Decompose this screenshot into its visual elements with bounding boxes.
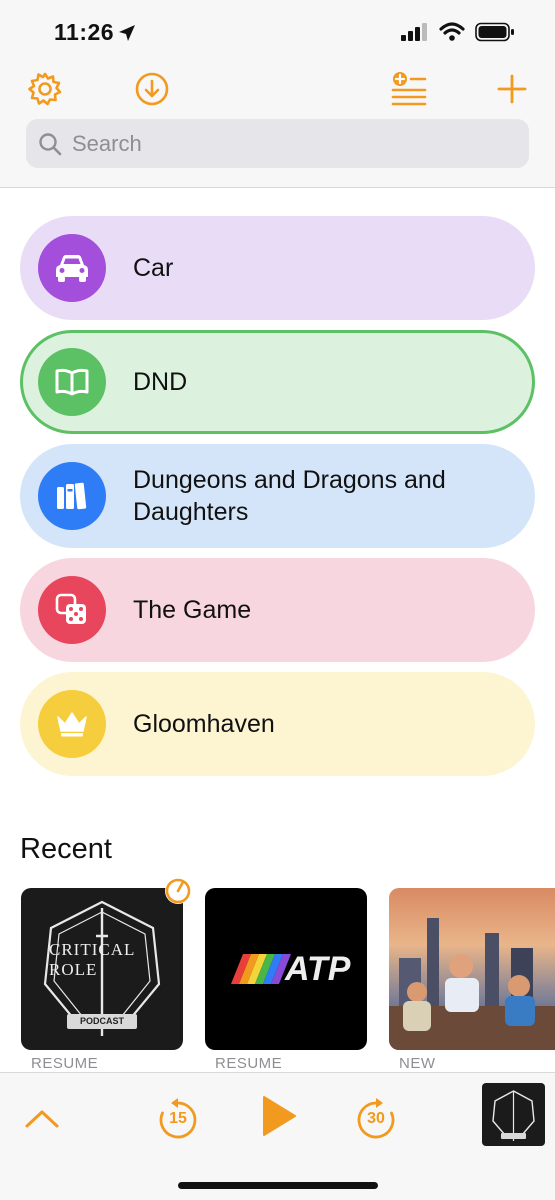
- folder-label: Gloomhaven: [133, 710, 275, 738]
- home-indicator: [178, 1182, 378, 1189]
- folder-icon-circle: [38, 348, 106, 416]
- toolbar: Search: [0, 62, 555, 188]
- car-icon: [56, 255, 88, 282]
- search-icon: [39, 132, 62, 155]
- recent-podcast-comic-art[interactable]: [389, 888, 555, 1050]
- folder-gloomhaven[interactable]: Gloomhaven: [20, 672, 535, 776]
- in-progress-badge-icon: [165, 878, 191, 904]
- folder-dnd[interactable]: DND: [20, 330, 535, 434]
- download-circle-icon: [135, 72, 169, 106]
- artwork-title: CRITICAL ROLE: [49, 940, 135, 979]
- downloads-button[interactable]: [130, 67, 174, 111]
- mini-player: 15 30: [0, 1072, 555, 1200]
- play-button[interactable]: [257, 1091, 301, 1141]
- folder-label: Car: [133, 254, 174, 282]
- search-placeholder: Search: [72, 130, 142, 156]
- recent-status-label: RESUME: [31, 1055, 99, 1072]
- folder-icon-circle: [38, 576, 106, 644]
- location-arrow-icon: [119, 25, 135, 41]
- dice-icon: [55, 593, 86, 624]
- comic-artwork: [389, 918, 555, 1050]
- now-playing-artwork[interactable]: [482, 1083, 545, 1146]
- skip-back-seconds: 15: [169, 1110, 187, 1127]
- chevron-up-icon: [25, 1110, 59, 1128]
- book-icon: [55, 368, 89, 396]
- wifi-icon: [439, 22, 465, 41]
- expand-player-button[interactable]: [20, 1097, 64, 1141]
- recent-heading: Recent: [20, 833, 112, 865]
- search-field[interactable]: Search: [26, 119, 529, 168]
- plus-icon: [497, 74, 527, 104]
- gear-icon: [28, 72, 62, 106]
- signal-icon: [401, 23, 427, 41]
- folder-icon-circle: [38, 234, 106, 302]
- battery-icon: [475, 22, 514, 42]
- recent-status-label: RESUME: [215, 1055, 283, 1072]
- artwork-badge: PODCAST: [79, 1016, 124, 1026]
- critical-role-thumbnail: [492, 1090, 535, 1141]
- skip-forward-button[interactable]: 30: [354, 1095, 398, 1143]
- folder-icon-circle: [38, 690, 106, 758]
- artwork-title: ATP: [285, 950, 351, 988]
- folder-label: The Game: [133, 596, 252, 624]
- settings-button[interactable]: [23, 67, 67, 111]
- status-bar: 11:26: [0, 0, 555, 62]
- crown-icon: [57, 712, 87, 737]
- play-icon: [263, 1096, 296, 1136]
- recent-podcast-atp[interactable]: ATP: [205, 888, 367, 1050]
- recent-podcast-critical-role[interactable]: CRITICAL ROLE PODCAST: [21, 888, 183, 1050]
- folder-label: Dungeons and Dragons and Daughters: [133, 466, 446, 526]
- skip-back-button[interactable]: 15: [156, 1095, 200, 1143]
- add-list-icon: [391, 72, 427, 106]
- books-icon: [57, 482, 87, 510]
- folder-label: DND: [133, 368, 188, 396]
- skip-forward-seconds: 30: [367, 1110, 385, 1127]
- add-to-queue-button[interactable]: [386, 67, 430, 111]
- folder-car[interactable]: Car: [20, 216, 535, 320]
- status-indicators: [401, 22, 515, 42]
- add-button[interactable]: [490, 67, 534, 111]
- folder-dungeons-and-dragons-and-daughters[interactable]: Dungeons and Dragons and Daughters: [20, 444, 535, 548]
- folder-the-game[interactable]: The Game: [20, 558, 535, 662]
- status-time: 11:26: [54, 19, 115, 45]
- folder-icon-circle: [38, 462, 106, 530]
- recent-status-label: NEW: [399, 1055, 436, 1072]
